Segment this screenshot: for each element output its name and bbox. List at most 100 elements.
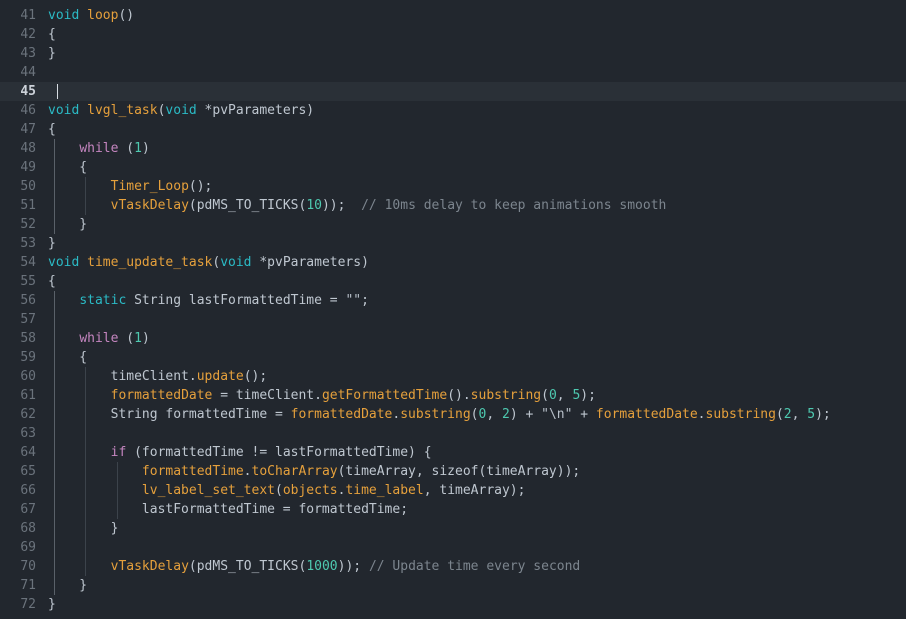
code-token: timeClient [48, 369, 189, 384]
line-number: 57 [20, 312, 36, 327]
code-text[interactable]: while (1) [45, 329, 149, 348]
code-text[interactable]: { [45, 120, 56, 139]
code-token: (); [188, 179, 213, 194]
code-line[interactable]: 50 Timer_Loop(); [0, 177, 906, 196]
code-token: *pvParameters) [251, 255, 369, 270]
code-text[interactable]: } [45, 595, 56, 614]
code-token: 1000 [306, 559, 338, 574]
code-token: , timeArray); [423, 483, 526, 498]
line-number: 69 [20, 540, 36, 555]
code-text[interactable]: timeClient.update(); [45, 367, 268, 386]
code-token: *pvParameters) [196, 103, 315, 118]
code-text[interactable]: void time_update_task(void *pvParameters… [45, 253, 369, 272]
code-line[interactable]: 42 { [0, 25, 906, 44]
code-text[interactable]: { [45, 272, 56, 291]
code-editor[interactable]: 4041void loop()42{43}444546void lvgl_tas… [0, 0, 906, 619]
code-line[interactable]: 61 formattedDate = timeClient.getFormatt… [0, 386, 906, 405]
code-line[interactable]: 46 void lvgl_task(void *pvParameters) [0, 101, 906, 120]
code-line[interactable]: 66 lv_label_set_text(objects.time_label,… [0, 481, 906, 500]
line-number: 63 [20, 426, 36, 441]
code-text[interactable]: { [45, 348, 87, 367]
code-text[interactable]: } [45, 234, 56, 253]
code-text[interactable]: lv_label_set_text(objects.time_label, ti… [45, 481, 526, 500]
code-token: lv_label_set_text [141, 483, 275, 498]
code-line[interactable]: 68 } [0, 519, 906, 538]
code-text[interactable]: Timer_Loop(); [45, 177, 213, 196]
code-line[interactable]: 70 vTaskDelay(pdMS_TO_TICKS(1000)); // U… [0, 557, 906, 576]
code-text[interactable]: void loop() [45, 6, 134, 25]
code-token: ) [141, 141, 150, 156]
code-token: } [48, 46, 56, 61]
code-text[interactable]: String formattedTime = formattedDate.sub… [45, 405, 831, 424]
code-text[interactable]: { [45, 158, 87, 177]
line-number: 68 [20, 521, 36, 536]
code-line[interactable]: 48 while (1) [0, 139, 906, 158]
line-number: 72 [20, 597, 36, 612]
code-line[interactable]: 71 } [0, 576, 906, 595]
code-line[interactable]: 44 [0, 63, 906, 82]
code-line[interactable]: 72} [0, 595, 906, 614]
line-number: 52 [20, 217, 36, 232]
code-line[interactable]: 63 [0, 424, 906, 443]
code-token: ( [274, 483, 283, 498]
code-line[interactable]: 65 formattedTime.toCharArray(timeArray, … [0, 462, 906, 481]
code-line[interactable]: 67 lastFormattedTime = formattedTime; [0, 500, 906, 519]
code-line[interactable]: 52 } [0, 215, 906, 234]
code-text[interactable]: void lvgl_task(void *pvParameters) [45, 101, 314, 120]
code-token: // 10ms delay to keep animations smooth [361, 198, 667, 213]
code-token: void [48, 8, 80, 23]
code-token: ( [188, 559, 197, 574]
code-text[interactable]: } [45, 44, 56, 63]
code-line[interactable]: 64 if (formattedTime != lastFormattedTim… [0, 443, 906, 462]
code-token: { [48, 160, 88, 175]
code-line[interactable]: 55 { [0, 272, 906, 291]
line-number: 64 [20, 445, 36, 460]
code-text[interactable]: } [45, 215, 87, 234]
code-text[interactable]: static String lastFormattedTime = ""; [45, 291, 369, 310]
code-token: { [48, 27, 56, 42]
code-token: substring [470, 388, 542, 403]
code-token: 1 [134, 141, 142, 156]
code-text[interactable]: while (1) [45, 139, 150, 158]
code-line[interactable]: 69 [0, 538, 906, 557]
code-line[interactable]: 47 { [0, 120, 906, 139]
code-text[interactable]: lastFormattedTime = formattedTime; [45, 500, 408, 519]
code-text[interactable]: if (formattedTime != lastFormattedTime) … [45, 443, 432, 462]
code-token: ( [470, 407, 479, 422]
code-token: , [486, 407, 502, 422]
code-text[interactable]: } [45, 576, 87, 595]
code-token: } [48, 578, 88, 593]
code-text[interactable]: vTaskDelay(pdMS_TO_TICKS(10)); // 10ms d… [45, 196, 667, 215]
code-line[interactable]: 60 timeClient.update(); [0, 367, 906, 386]
code-line[interactable]: 53} [0, 234, 906, 253]
code-text[interactable]: vTaskDelay(pdMS_TO_TICKS(1000)); // Upda… [45, 557, 581, 576]
code-line[interactable]: 59 { [0, 348, 906, 367]
code-line[interactable]: 57 [0, 310, 906, 329]
code-text[interactable]: { [45, 25, 56, 44]
code-line[interactable]: 49 { [0, 158, 906, 177]
code-line[interactable]: 62 String formattedTime = formattedDate.… [0, 405, 906, 424]
code-line[interactable]: 51 vTaskDelay(pdMS_TO_TICKS(10)); // 10m… [0, 196, 906, 215]
line-number: 56 [20, 293, 36, 308]
line-number: 51 [20, 198, 36, 213]
code-line[interactable]: 58 while (1) [0, 329, 906, 348]
code-text[interactable]: formattedDate = timeClient.getFormattedT… [45, 386, 596, 405]
code-text[interactable]: formattedTime.toCharArray(timeArray, siz… [45, 462, 580, 481]
code-text[interactable]: } [45, 519, 119, 538]
line-number: 41 [20, 8, 36, 23]
code-token: ) + [509, 407, 542, 422]
code-line[interactable]: 54 void time_update_task(void *pvParamete… [0, 253, 906, 272]
code-line-active[interactable]: 45 [0, 82, 906, 101]
code-token: { [48, 274, 56, 289]
code-token: static [79, 293, 127, 308]
code-token: "" [345, 293, 362, 308]
code-line[interactable]: 43} [0, 44, 906, 63]
code-token: formattedDate [595, 407, 698, 422]
code-token: = timeClient [212, 388, 315, 403]
code-line[interactable]: 41 void loop() [0, 6, 906, 25]
code-lines-container[interactable]: 4041void loop()42{43}444546void lvgl_tas… [0, 0, 906, 614]
code-line[interactable]: 56 static String lastFormattedTime = ""; [0, 291, 906, 310]
